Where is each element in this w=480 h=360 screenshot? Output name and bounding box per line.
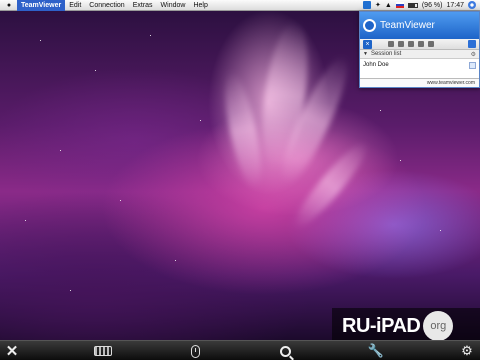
file-transfer-icon[interactable] xyxy=(428,41,434,47)
phone-icon[interactable] xyxy=(398,41,404,47)
teamviewer-panel: TeamViewer × ▼ Session list ⚙ John Doe w… xyxy=(359,11,480,88)
session-settings-icon[interactable]: ⚙ xyxy=(471,51,476,58)
keyboard-icon[interactable] xyxy=(93,343,113,359)
remote-control-toolbar: ✕ 🔧 ⚙ xyxy=(0,340,480,360)
teamviewer-footer-link[interactable]: www.teamviewer.com xyxy=(360,78,479,87)
apple-menu-icon[interactable]: ● xyxy=(5,1,13,10)
wifi-icon[interactable]: ▲ xyxy=(385,2,392,9)
bluetooth-icon[interactable]: ✦ xyxy=(375,1,381,9)
collapse-arrow-icon: ▼ xyxy=(363,51,368,57)
watermark-text: RU-iPAD xyxy=(342,314,421,337)
session-name: John Doe xyxy=(363,62,389,68)
battery-percentage: (96 %) xyxy=(421,1,443,9)
close-session-icon[interactable]: × xyxy=(363,39,372,49)
watermark-org-badge: org xyxy=(423,311,454,341)
menu-extras[interactable]: Extras xyxy=(129,0,157,11)
wrench-icon[interactable]: 🔧 xyxy=(368,343,384,359)
teamviewer-toolbar: × xyxy=(360,39,479,50)
menu-app-name[interactable]: TeamViewer xyxy=(17,0,66,11)
teamviewer-logo-icon xyxy=(363,19,376,32)
session-action-icon[interactable] xyxy=(469,61,476,69)
menu-window[interactable]: Window xyxy=(157,0,190,11)
mouse-icon[interactable] xyxy=(186,343,204,359)
close-icon[interactable]: ✕ xyxy=(4,343,20,360)
session-list-label: Session list xyxy=(370,51,402,57)
zoom-icon[interactable] xyxy=(277,343,293,359)
menu-connection[interactable]: Connection xyxy=(85,0,128,11)
panel-menu-icon[interactable] xyxy=(468,40,476,48)
gear-icon[interactable]: ⚙ xyxy=(459,343,475,359)
menu-extras-area: ✦ ▲ (96 %) 17:47 xyxy=(363,1,480,9)
teamviewer-status-icon[interactable] xyxy=(363,1,372,9)
chat-icon[interactable] xyxy=(408,41,414,47)
session-list-header[interactable]: ▼ Session list ⚙ xyxy=(360,50,479,59)
ru-ipad-watermark: RU-iPAD org xyxy=(332,308,480,344)
menu-edit[interactable]: Edit xyxy=(65,0,85,11)
teamviewer-header: TeamViewer xyxy=(360,12,479,39)
clock[interactable]: 17:47 xyxy=(446,2,464,9)
mac-menu-bar: ● TeamViewer Edit Connection Extras Wind… xyxy=(0,0,480,11)
input-language-flag-icon[interactable] xyxy=(395,2,404,8)
teamviewer-brand: TeamViewer xyxy=(380,20,435,31)
battery-icon[interactable] xyxy=(407,2,418,8)
spotlight-search-icon[interactable] xyxy=(468,1,476,9)
menu-help[interactable]: Help xyxy=(189,0,211,11)
video-icon[interactable] xyxy=(388,41,394,47)
headset-icon[interactable] xyxy=(418,41,424,47)
session-row[interactable]: John Doe xyxy=(360,59,479,71)
